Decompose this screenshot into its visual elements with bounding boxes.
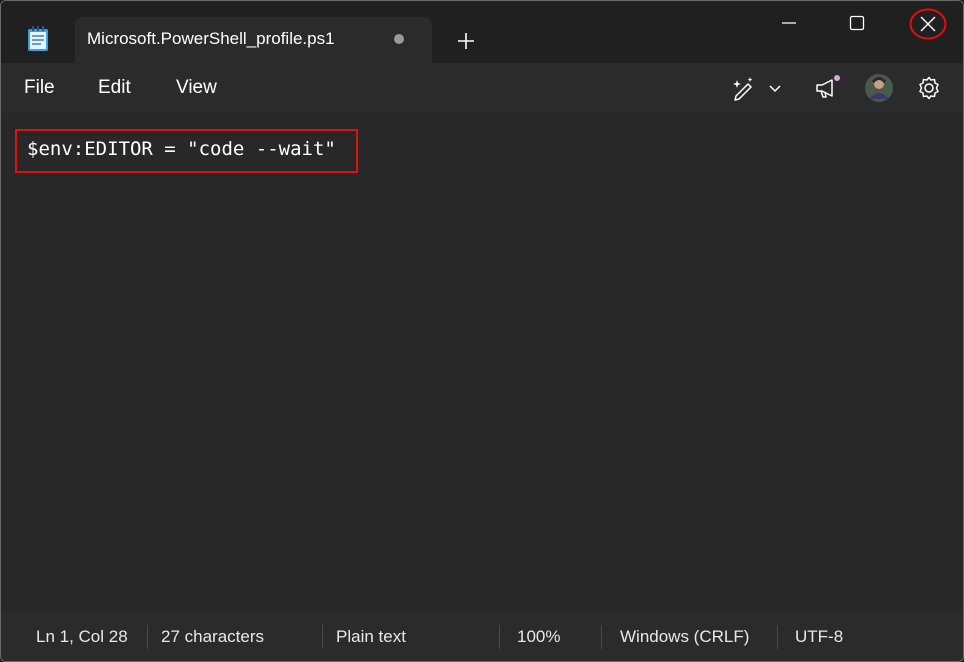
menu-file[interactable]: File [24,77,55,99]
status-divider [777,625,778,649]
gear-icon [919,76,939,100]
new-tab-button[interactable] [453,28,479,54]
notification-dot [834,75,840,81]
title-bar: Microsoft.PowerShell_profile.ps1 [1,1,963,64]
status-zoom[interactable]: 100% [517,627,560,647]
megaphone-icon [816,75,840,98]
menu-bar: File Edit View [1,63,963,113]
close-button[interactable] [900,1,956,45]
notepad-window: Microsoft.PowerShell_profile.ps1 File Ed… [0,0,964,662]
unsaved-indicator-icon[interactable] [394,34,404,44]
maximize-icon [849,15,865,31]
tab-title: Microsoft.PowerShell_profile.ps1 [87,29,335,48]
status-divider [499,625,500,649]
status-line-ending[interactable]: Windows (CRLF) [620,627,749,647]
copilot-pen-icon [733,77,753,101]
feedback-button[interactable] [813,75,841,101]
chevron-down-icon [769,85,781,93]
avatar-image [865,74,893,102]
maximize-button[interactable] [829,1,885,45]
minimize-button[interactable] [761,1,817,45]
plus-icon [458,33,474,49]
status-divider [147,625,148,649]
status-position[interactable]: Ln 1, Col 28 [36,627,128,647]
settings-button[interactable] [915,74,943,102]
editor-area[interactable]: $env:EDITOR = "code --wait" [1,113,963,611]
status-divider [322,625,323,649]
tab-profile[interactable]: Microsoft.PowerShell_profile.ps1 [75,17,432,64]
minimize-icon [782,22,796,24]
status-characters: 27 characters [161,627,264,646]
notepad-app-icon [27,26,49,52]
status-divider [601,625,602,649]
copilot-button[interactable] [727,75,787,101]
menu-view[interactable]: View [176,77,217,99]
close-icon [909,8,947,40]
status-format[interactable]: Plain text [336,627,406,647]
avatar[interactable] [864,73,894,103]
editor-line-1[interactable]: $env:EDITOR = "code --wait" [27,138,336,160]
status-bar: Ln 1, Col 28 27 characters Plain text 10… [1,611,963,661]
menu-edit[interactable]: Edit [98,77,131,99]
status-encoding[interactable]: UTF-8 [795,627,843,647]
